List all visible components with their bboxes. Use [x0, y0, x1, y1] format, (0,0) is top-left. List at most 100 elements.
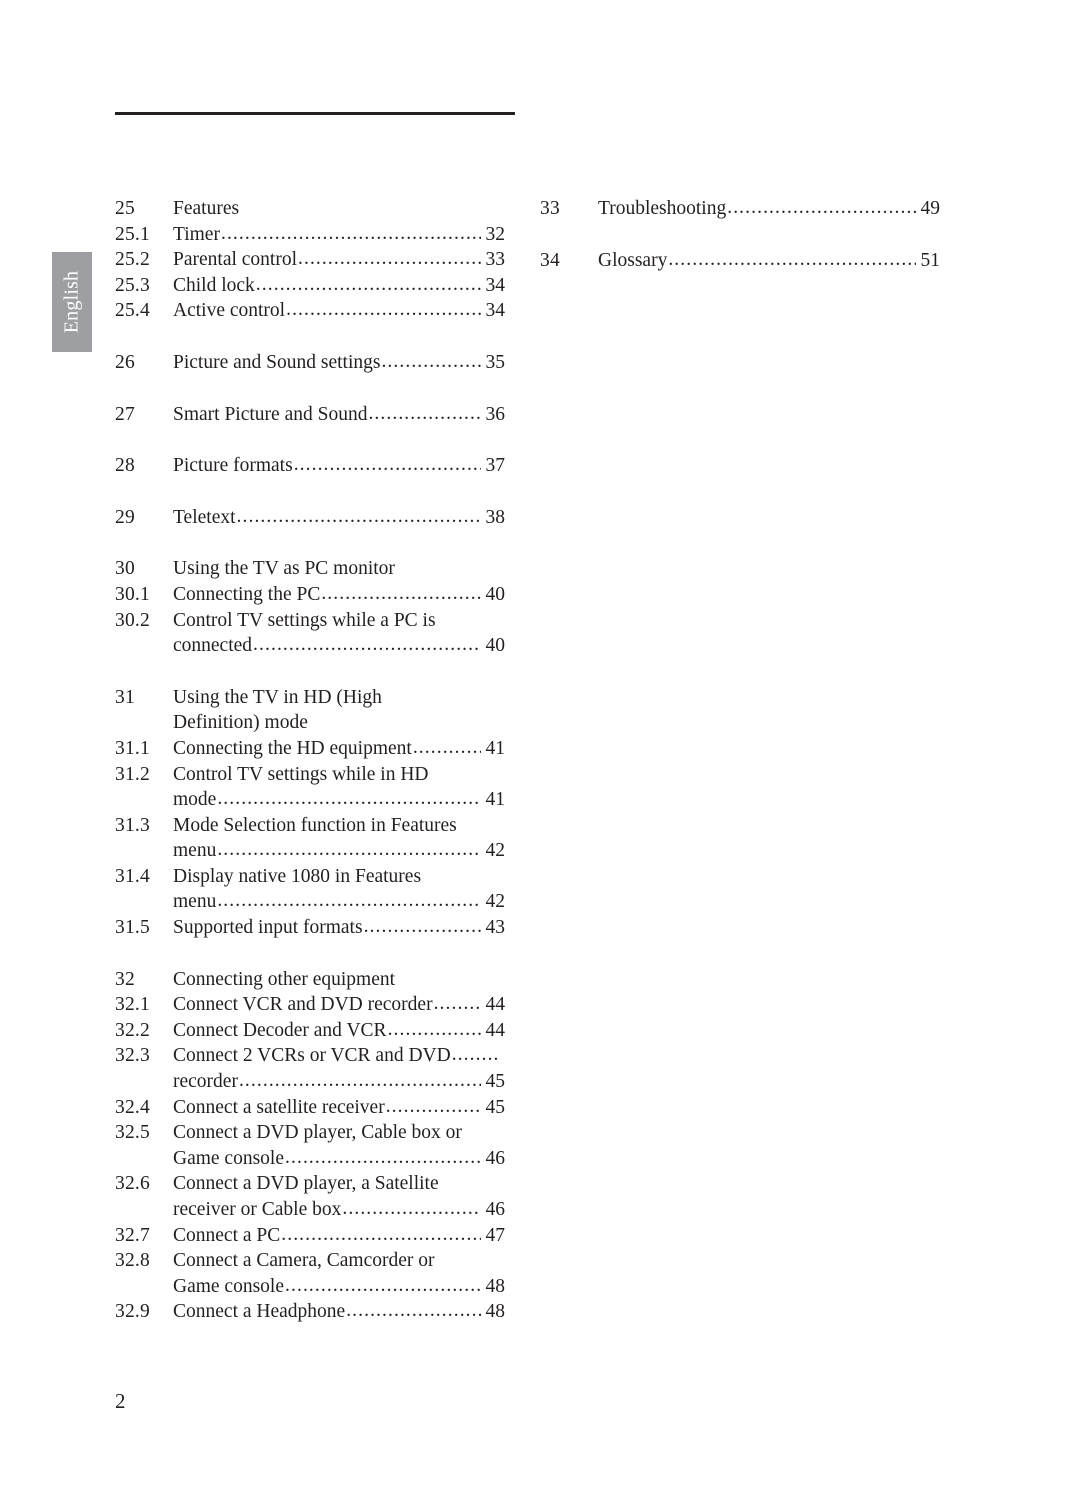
toc-entry[interactable]: 31.5 Supported input formats.............… — [115, 915, 505, 941]
toc-leader-dots: ........................................… — [253, 634, 481, 656]
toc-entry[interactable]: 31.2mode................................… — [115, 787, 505, 813]
toc-entry[interactable]: 25.3 Child lock..........................… — [115, 273, 505, 299]
toc-leader-dots: ........................................… — [281, 1223, 480, 1245]
toc-entry[interactable]: 31.2 Control TV settings while in HD — [115, 762, 505, 788]
toc-entry[interactable]: 31.3 Mode Selection function in Features — [115, 813, 505, 839]
toc-entry-page: 35 — [485, 351, 506, 373]
toc-entry-number: 32.8 — [115, 1250, 150, 1272]
toc-entry-number: 28 — [115, 455, 135, 477]
toc-entry[interactable]: 25 Features — [115, 196, 505, 222]
toc-entry-title: Parental control — [173, 249, 297, 271]
toc-entry-page: 42 — [485, 840, 506, 862]
toc-entry[interactable]: 32.4 Connect a satellite receiver........… — [115, 1095, 505, 1121]
toc-entry-number: 25 — [115, 198, 135, 219]
toc-entry[interactable]: 32.8Game console........................… — [115, 1274, 505, 1300]
toc-entry-title: Supported input formats — [173, 917, 363, 939]
toc-entry-title: Connecting other equipment — [173, 968, 396, 990]
toc-entry-title: menu — [173, 891, 217, 913]
toc-entry-title: menu — [173, 840, 217, 862]
toc-entry[interactable]: 32.7 Connect a PC........................… — [115, 1223, 505, 1249]
toc-entry-page: 47 — [485, 1224, 506, 1246]
toc-leader-dots: ........................................… — [668, 248, 916, 270]
toc-entry[interactable]: 32.5 Connect a DVD player, Cable box or — [115, 1120, 505, 1146]
toc-entry-page: 48 — [485, 1275, 506, 1297]
toc-entry-page: 46 — [485, 1199, 506, 1220]
toc-leader-dots: ........................................… — [727, 197, 915, 218]
toc-entry[interactable]: 32.5Game console........................… — [115, 1146, 505, 1172]
toc-entry-number: 32.4 — [115, 1096, 150, 1118]
toc-leader-dots: ........................................… — [217, 890, 481, 912]
toc-entry[interactable]: 31.4 Display native 1080 in Features — [115, 864, 505, 890]
toc-entry[interactable]: 32.2 Connect Decoder and VCR.............… — [115, 1018, 505, 1044]
toc-leader-dots: ........................................… — [381, 350, 480, 372]
toc-entry[interactable]: 25.2 Parental control....................… — [115, 247, 505, 273]
toc-entry-title: Connect a PC — [173, 1224, 281, 1246]
toc-entry[interactable]: 26 Picture and Sound settings............… — [115, 350, 505, 376]
toc-entry-page: 37 — [485, 455, 506, 477]
toc-spacer — [115, 659, 505, 685]
toc-entry[interactable]: 32.9 Connect a Headphone.................… — [115, 1299, 505, 1325]
toc-entry-title: Connect a Camera, Camcorder or — [173, 1250, 435, 1272]
toc-entry[interactable]: 32 Connecting other equipment — [115, 967, 505, 993]
toc-entry-title: Picture and Sound settings — [173, 351, 381, 373]
toc-entry[interactable]: 30 Using the TV as PC monitor — [115, 556, 505, 582]
toc-entry[interactable]: 32.3 Connect 2 VCRs or VCR and DVD.......… — [115, 1043, 505, 1069]
toc-entry-title: Mode Selection function in Features — [173, 814, 457, 836]
toc-entry[interactable]: 33 Troubleshooting.......................… — [540, 196, 940, 222]
toc-entry-title: Troubleshooting — [598, 198, 727, 219]
toc-entry-title: Connect Decoder and VCR — [173, 1019, 387, 1041]
toc-entry-page: 34 — [485, 274, 506, 296]
toc-entry-page: 48 — [485, 1301, 506, 1323]
toc-entry[interactable]: 30.1 Connecting the PC...................… — [115, 582, 505, 608]
language-tab: English — [52, 252, 92, 352]
toc-entry-page: 40 — [485, 635, 506, 657]
toc-entry-title: Picture formats — [173, 455, 293, 477]
toc-entry-page: 43 — [485, 917, 506, 939]
toc-entry[interactable]: 32.1 Connect VCR and DVD recorder........… — [115, 992, 505, 1018]
toc-entry-title: Definition) mode — [173, 712, 308, 734]
toc-entry-number: 30.2 — [115, 609, 150, 631]
toc-entry-number: 34 — [540, 249, 560, 271]
toc-leader-dots: ........................................… — [387, 1018, 481, 1040]
toc-entry-number: 32 — [115, 968, 135, 990]
toc-entry[interactable]: 27 Smart Picture and Sound...............… — [115, 402, 505, 428]
toc-leader-dots: ........................................… — [433, 993, 481, 1015]
toc-entry[interactable]: 30.2 Control TV settings while a PC is — [115, 608, 505, 634]
toc-entry[interactable]: 32.6 Connect a DVD player, a Satellite — [115, 1171, 505, 1197]
toc-entry[interactable]: 25.4 Active control......................… — [115, 298, 505, 324]
toc-entry[interactable]: 30.2connected...........................… — [115, 633, 505, 659]
toc-leader-dots: ........................................… — [298, 248, 481, 270]
toc-entry[interactable]: 32.6receiver or Cable box...............… — [115, 1197, 505, 1223]
toc-entry[interactable]: 31Definition) mode — [115, 710, 505, 736]
toc-entry[interactable]: 31.4menu................................… — [115, 889, 505, 915]
toc-entry[interactable]: 25.1 Timer...............................… — [115, 222, 505, 248]
toc-entry-number: 31.3 — [115, 814, 150, 836]
toc-entry[interactable]: 32.8 Connect a Camera, Camcorder or — [115, 1248, 505, 1274]
toc-leader-dots: ........................................… — [236, 505, 481, 527]
toc-entry-page: 44 — [485, 1019, 506, 1041]
toc-spacer — [115, 324, 505, 350]
toc-entry[interactable]: 32.3recorder............................… — [115, 1069, 505, 1095]
toc-entry[interactable]: 31 Using the TV in HD (High — [115, 685, 505, 711]
toc-leader-dots: ........................................… — [217, 839, 481, 861]
toc-entry[interactable]: 34 Glossary..............................… — [540, 248, 940, 274]
toc-entry-title: Using the TV in HD (High — [173, 686, 382, 708]
toc-spacer — [115, 941, 505, 967]
toc-leader-dots: ........................................… — [368, 402, 481, 424]
toc-entry-title: Connect a Headphone — [173, 1301, 346, 1323]
toc-entry[interactable]: 28 Picture formats.......................… — [115, 453, 505, 479]
toc-entry-title: Game console — [173, 1147, 285, 1169]
toc-leader-dots: ........................................… — [285, 1274, 481, 1296]
toc-entry[interactable]: 29 Teletext..............................… — [115, 505, 505, 531]
toc-column-left: 25 Features 25.1 Timer.....................… — [115, 196, 505, 1325]
toc-entry-number: 25.1 — [115, 223, 150, 245]
toc-entry-title: Using the TV as PC monitor — [173, 558, 395, 580]
toc-entry-number: 25.4 — [115, 300, 150, 322]
toc-entry[interactable]: 31.3menu................................… — [115, 838, 505, 864]
toc-entry-number: 27 — [115, 403, 135, 425]
toc-entry-title: Connect a DVD player, a Satellite — [173, 1173, 439, 1195]
toc-leader-dots: ........................................… — [346, 1300, 480, 1322]
toc-entry[interactable]: 31.1 Connecting the HD equipment.........… — [115, 736, 505, 762]
toc-entry-page: 40 — [485, 583, 506, 605]
toc-entry-title: Active control — [173, 300, 286, 322]
